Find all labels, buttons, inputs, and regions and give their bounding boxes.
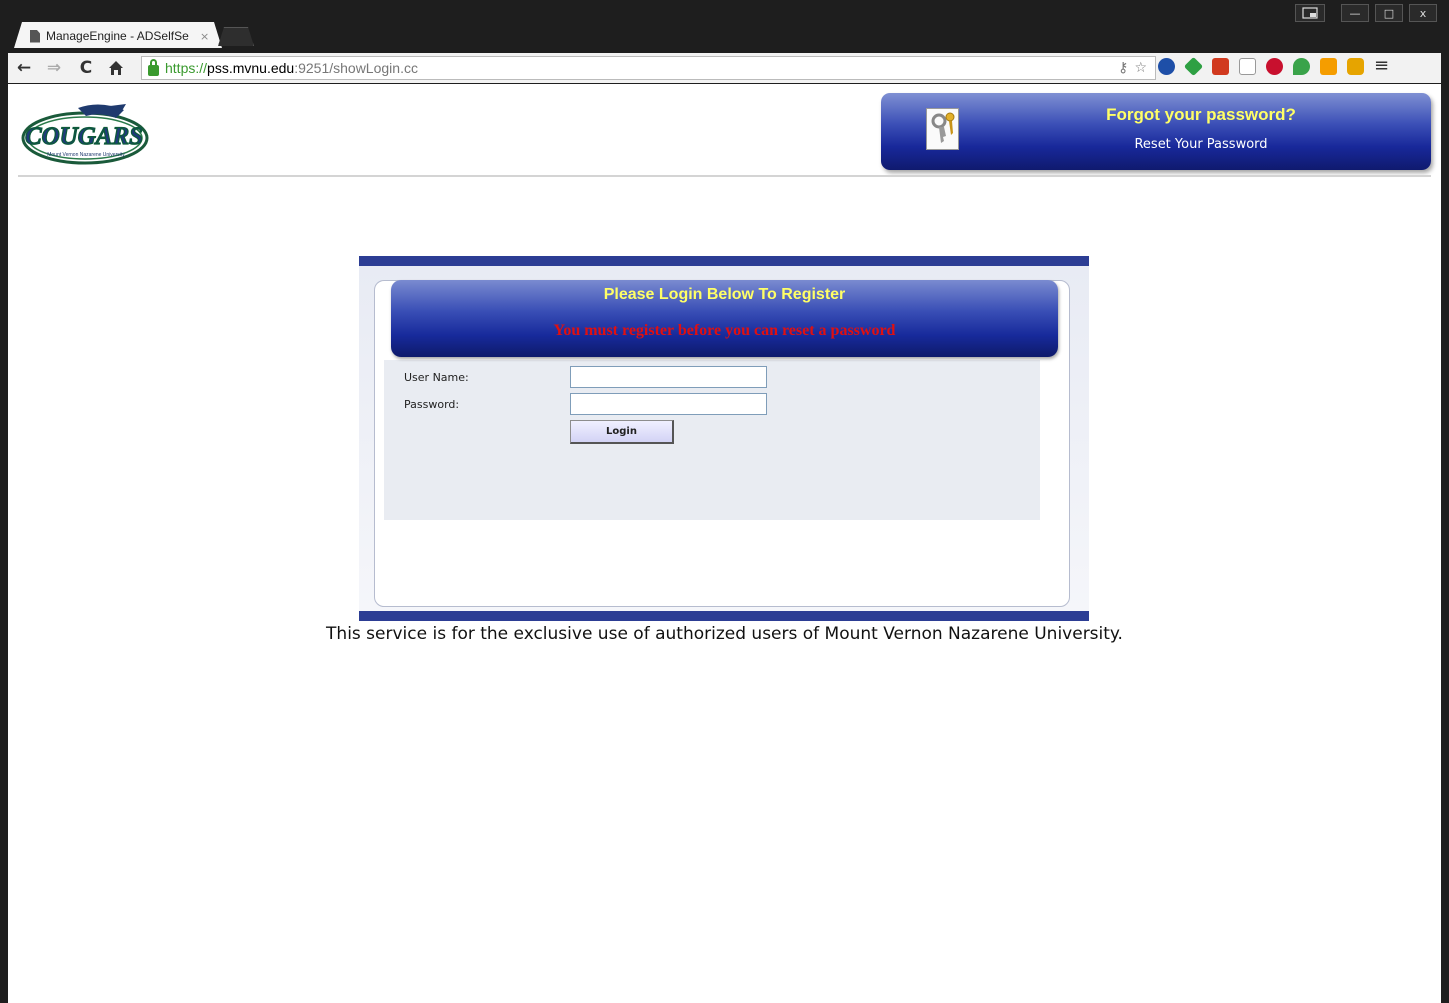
lock-icon — [148, 58, 159, 76]
bookmark-star-icon[interactable]: ☆ — [1134, 60, 1147, 76]
maximize-button[interactable]: □ — [1375, 4, 1403, 22]
usage-notice: This service is for the exclusive use of… — [326, 624, 1123, 644]
forgot-password-box[interactable]: Forgot your password? Reset Your Passwor… — [881, 93, 1431, 170]
new-tab-button[interactable] — [218, 27, 254, 46]
extension-icons: ≡ — [1158, 56, 1389, 76]
window-border-left — [0, 84, 8, 1003]
keys-icon — [926, 108, 959, 150]
svg-text:Mount Vernon Nazarene Universi: Mount Vernon Nazarene University — [47, 152, 125, 158]
reload-icon[interactable]: C — [76, 57, 96, 79]
url-text: https://pss.mvnu.edu:9251/showLogin.cc — [165, 60, 418, 76]
home-icon[interactable] — [106, 57, 126, 79]
username-input[interactable] — [570, 366, 767, 388]
feedly-icon[interactable] — [1183, 56, 1204, 76]
forward-arrow-icon[interactable]: ⇒ — [44, 57, 64, 79]
login-title: Please Login Below To Register — [603, 286, 846, 303]
forgot-password-title[interactable]: Forgot your password? — [1081, 105, 1321, 125]
register-warning: You must register before you can reset a… — [553, 322, 896, 339]
tab-close-icon[interactable]: × — [200, 30, 209, 43]
close-window-button[interactable]: x — [1409, 4, 1437, 22]
login-panel-header: Please Login Below To Register You must … — [391, 280, 1058, 357]
username-label: User Name: — [404, 371, 469, 384]
pdf-icon[interactable] — [1212, 57, 1229, 75]
back-arrow-icon[interactable]: ← — [14, 57, 34, 79]
panel-top-bar — [359, 256, 1089, 266]
browser-tab-content[interactable]: ManageEngine - ADSelfSe × — [30, 27, 209, 45]
cast-icon[interactable] — [1239, 57, 1256, 75]
menu-icon[interactable]: ≡ — [1374, 57, 1389, 75]
login-button[interactable]: Login — [570, 420, 674, 444]
extension-icon[interactable] — [1347, 57, 1364, 75]
cougars-logo: COUGARS Mount Vernon Nazarene University — [20, 98, 150, 166]
tab-title: ManageEngine - ADSelfSe — [46, 29, 189, 43]
address-bar[interactable]: https://pss.mvnu.edu:9251/showLogin.cc ⚷… — [141, 56, 1156, 80]
cast-window-icon[interactable] — [1295, 4, 1325, 22]
minimize-button[interactable]: — — [1341, 4, 1369, 22]
adblock-plus-icon[interactable] — [1266, 57, 1283, 75]
panel-bottom-bar — [359, 611, 1089, 621]
window-controls: — □ x — [1295, 4, 1437, 22]
window-border-right — [1441, 84, 1449, 1003]
header-divider — [18, 175, 1431, 177]
reset-password-link[interactable]: Reset Your Password — [1081, 137, 1321, 152]
evernote-icon[interactable] — [1293, 57, 1310, 75]
skype-icon[interactable] — [1158, 57, 1175, 75]
amazon-icon[interactable] — [1320, 57, 1337, 75]
password-input[interactable] — [570, 393, 767, 415]
browser-chrome: ManageEngine - ADSelfSe × — □ x ← ⇒ C ht… — [0, 0, 1449, 84]
key-icon[interactable]: ⚷ — [1118, 60, 1128, 76]
page-icon — [30, 29, 40, 43]
svg-text:COUGARS: COUGARS — [25, 123, 143, 150]
omnibox-icons: ⚷ ☆ — [1118, 60, 1147, 76]
browser-toolbar: ← ⇒ C https://pss.mvnu.edu:9251/showLogi… — [8, 53, 1441, 83]
page-viewport: COUGARS Mount Vernon Nazarene University… — [8, 84, 1441, 1003]
password-label: Password: — [404, 398, 460, 411]
